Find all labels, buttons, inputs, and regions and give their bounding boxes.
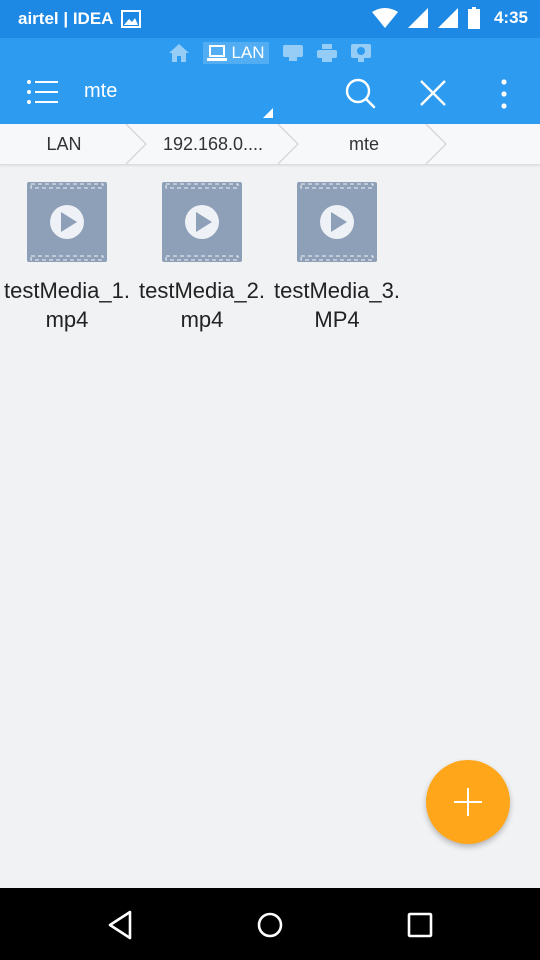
tab-lan-label: LAN: [231, 43, 265, 62]
page-title: mte: [84, 80, 118, 102]
status-bar: airtel | IDEA 4:35: [0, 0, 540, 38]
ftp-icon[interactable]: [282, 45, 303, 61]
breadcrumb-item-lan[interactable]: LAN: [0, 124, 128, 164]
more-options-icon[interactable]: [494, 78, 514, 110]
file-item[interactable]: testMedia_2.mp4: [139, 182, 265, 334]
file-name: testMedia_1.mp4: [4, 278, 130, 332]
breadcrumb-item-mte[interactable]: mte: [300, 124, 428, 164]
search-icon[interactable]: [344, 78, 376, 110]
gallery-notification-icon: [121, 10, 142, 28]
navigation-bar: [0, 888, 540, 960]
category-strip: LAN: [0, 38, 540, 68]
close-icon[interactable]: [418, 78, 448, 108]
file-item[interactable]: testMedia_1.mp4: [4, 182, 130, 334]
breadcrumb-separator-icon: [277, 124, 300, 164]
toolbar: LAN mte: [0, 38, 540, 124]
file-name: testMedia_2.mp4: [139, 278, 265, 332]
back-icon[interactable]: [104, 908, 138, 942]
clock: 4:35: [493, 8, 528, 27]
signal-icon-2: [437, 8, 458, 28]
printer-icon[interactable]: [316, 44, 337, 62]
breadcrumb: LAN 192.168.0.... mte: [0, 124, 540, 165]
menu-icon[interactable]: [26, 78, 58, 106]
dropdown-triangle-icon: [263, 108, 273, 118]
carrier-info: airtel | IDEA: [18, 9, 142, 29]
tab-lan[interactable]: LAN: [203, 42, 269, 64]
home-nav-icon[interactable]: [253, 908, 287, 942]
breadcrumb-item-host[interactable]: 192.168.0....: [148, 124, 278, 164]
laptop-icon: [207, 45, 228, 61]
recents-icon[interactable]: [403, 908, 437, 942]
window-selector[interactable]: mte: [84, 80, 279, 118]
plus-icon: [454, 788, 482, 816]
video-file-icon: [297, 182, 377, 262]
breadcrumb-separator-icon: [425, 124, 448, 164]
video-file-icon: [27, 182, 107, 262]
video-file-icon: [162, 182, 242, 262]
breadcrumb-separator-icon: [125, 124, 148, 164]
carrier-name: airtel | IDEA: [18, 9, 114, 28]
file-name: testMedia_3.MP4: [274, 278, 400, 332]
signal-icon: [407, 8, 428, 28]
add-button[interactable]: [426, 760, 510, 844]
cast-icon[interactable]: [350, 44, 371, 62]
status-icons: 4:35: [371, 7, 528, 29]
battery-icon: [467, 7, 480, 29]
wifi-icon: [371, 8, 398, 28]
home-icon[interactable]: [169, 44, 190, 62]
file-item[interactable]: testMedia_3.MP4: [274, 182, 400, 334]
